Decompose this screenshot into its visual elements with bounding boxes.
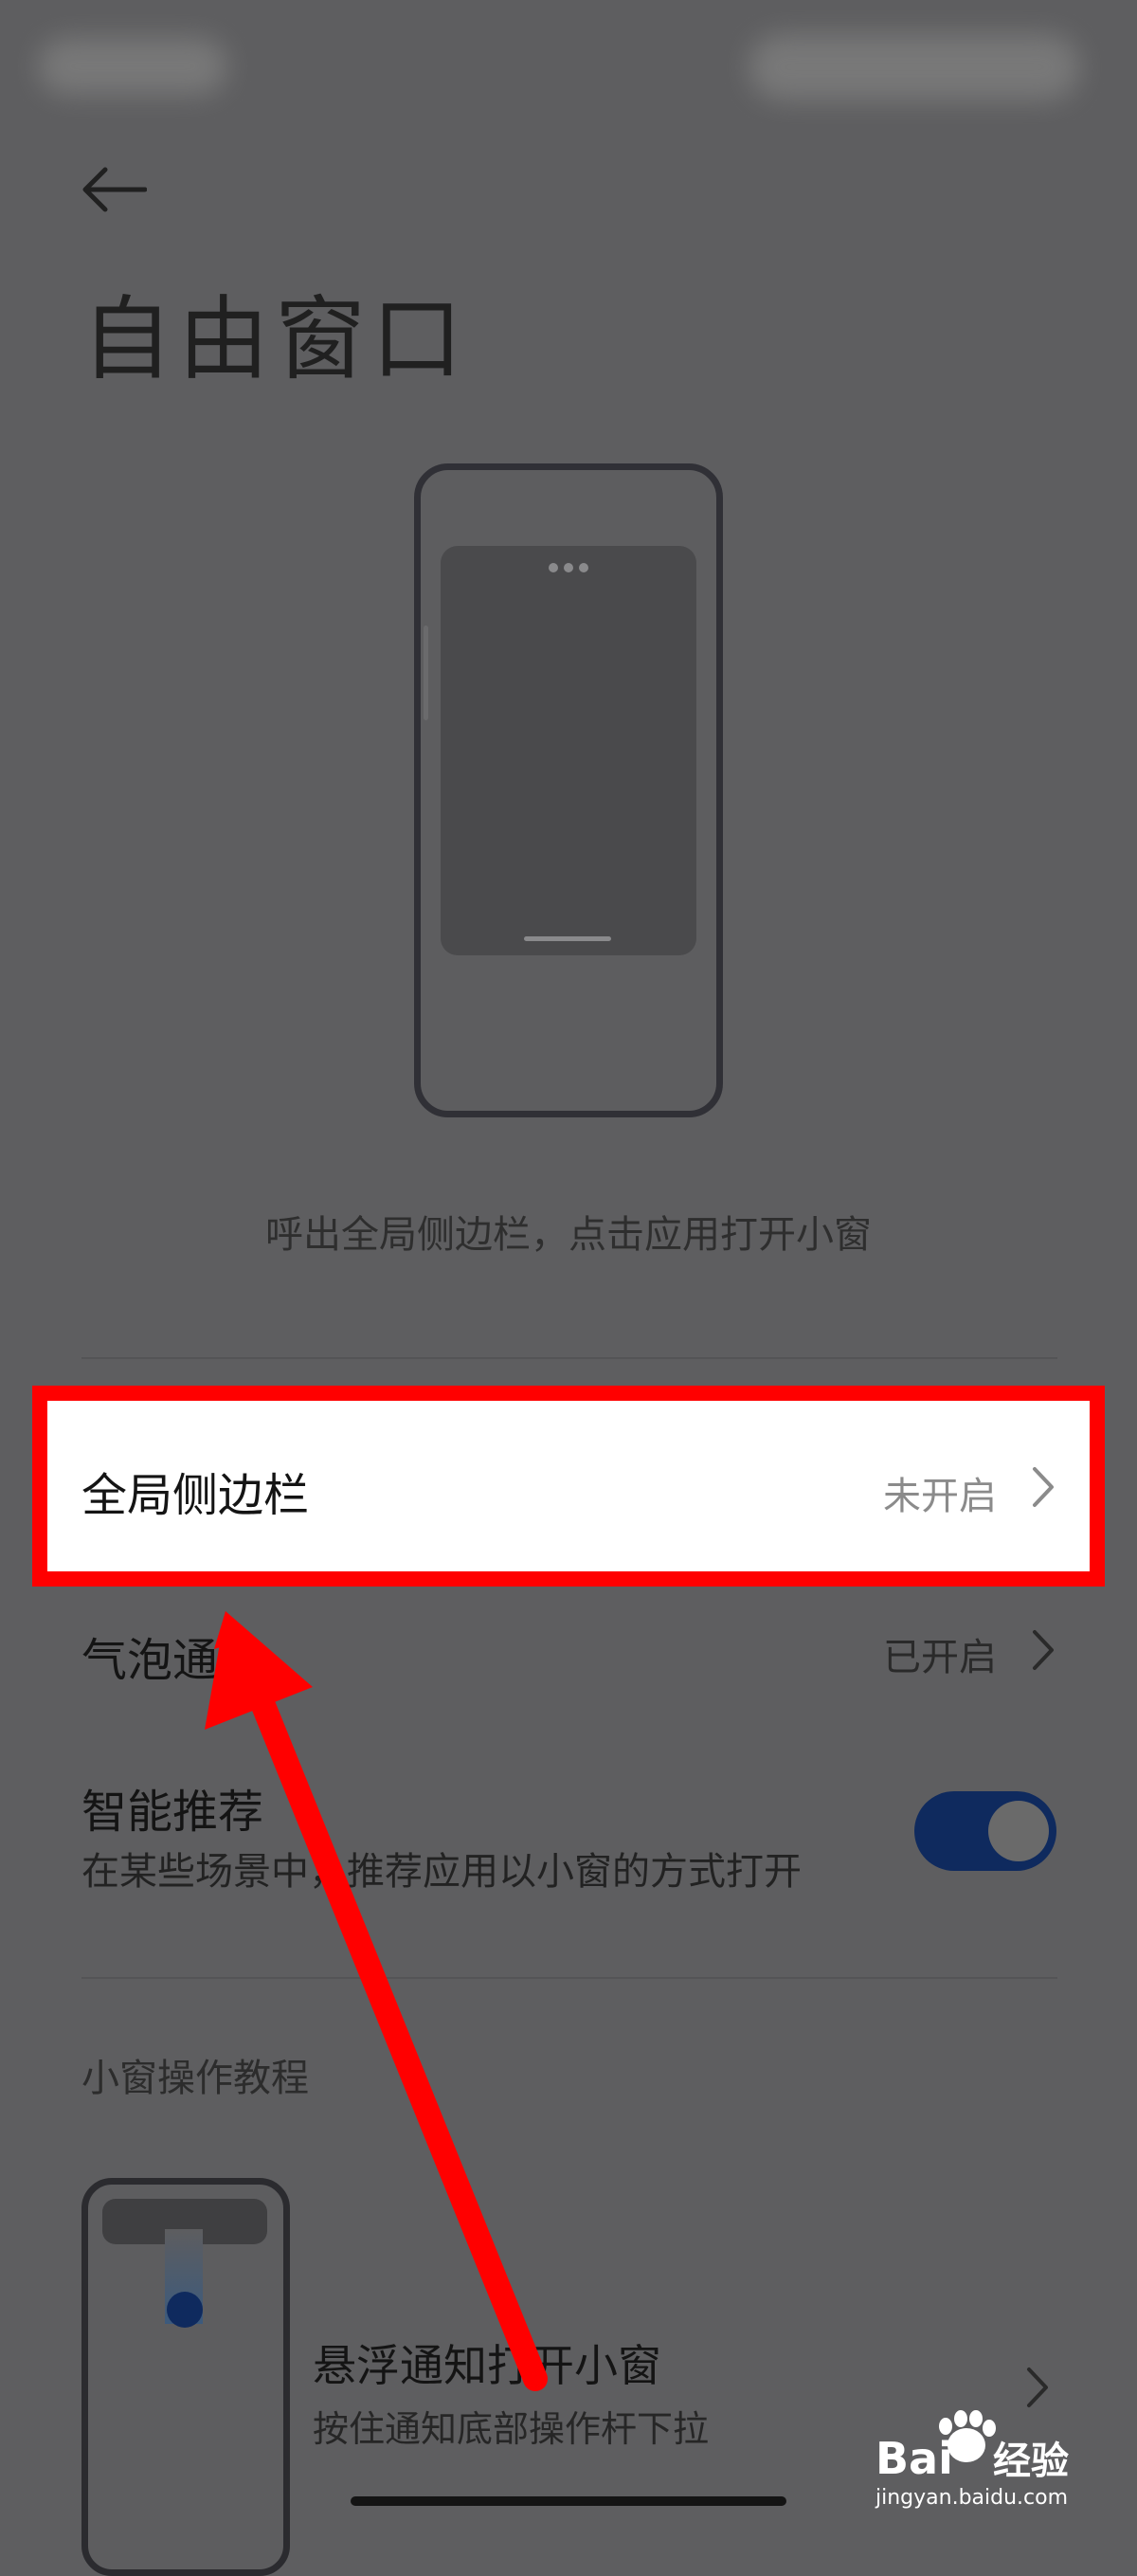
svg-text:jingyan.baidu.com: jingyan.baidu.com — [875, 2486, 1068, 2510]
annotation-arrow — [205, 1611, 548, 2391]
svg-text:Bai: Bai — [875, 2433, 953, 2484]
screen: { "page": { "title": "自由窗口", "caption": … — [0, 0, 1137, 2576]
baidu-watermark: Bai 经验 jingyan.baidu.com — [872, 2398, 1099, 2512]
gesture-nav-bar[interactable] — [351, 2496, 786, 2506]
svg-text:经验: 经验 — [993, 2440, 1069, 2483]
